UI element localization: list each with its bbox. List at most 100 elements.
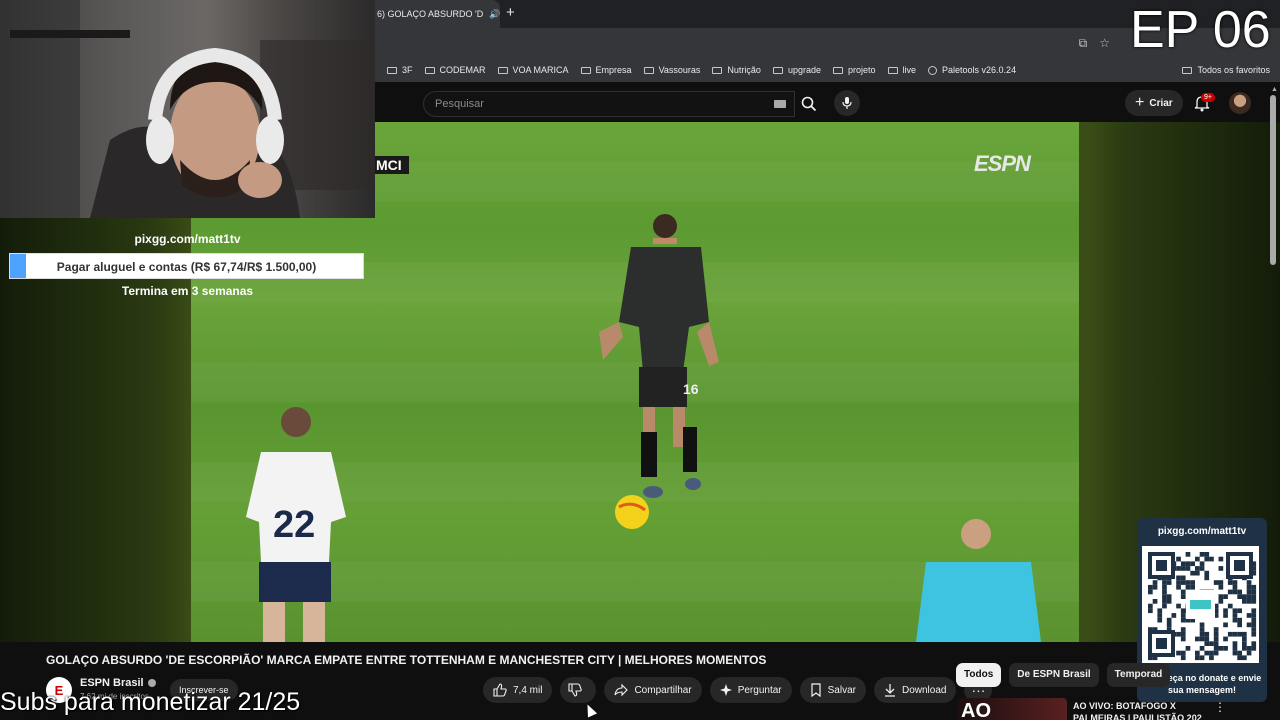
folder-icon	[497, 66, 508, 74]
bookmark-label: VOA MARICA	[512, 65, 569, 75]
bookmark-label: Empresa	[595, 65, 632, 75]
tab-title: 6) GOLAÇO ABSURDO 'D	[377, 9, 484, 19]
bookmark-label: CODEMAR	[439, 65, 486, 75]
thumbs-up-icon	[493, 683, 507, 697]
dislike-button[interactable]	[560, 677, 597, 703]
chip-from-channel[interactable]: De ESPN Brasil	[1009, 663, 1099, 687]
player-dark-kit: 16	[599, 214, 719, 498]
bookmark-label: live	[902, 65, 917, 75]
recommendation-chips: Todos De ESPN Brasil Temporad	[956, 663, 1171, 687]
plus-icon: +	[1135, 94, 1145, 111]
thumbs-down-icon	[568, 683, 583, 697]
bookmark-folder[interactable]: 3F	[387, 65, 413, 75]
chip-all[interactable]: Todos	[956, 663, 1002, 687]
bookmark-label: Nutrição	[727, 65, 761, 75]
bookmark-label: Paletools v26.0.24	[942, 65, 1017, 75]
bookmark-folder[interactable]: VOA MARICA	[497, 65, 569, 75]
browser-tab[interactable]: 6) GOLAÇO ABSURDO 'D 🔊 ✕	[375, 0, 500, 28]
subs-caption: Subs para monetizar 21/25	[0, 688, 301, 716]
folder-icon	[387, 66, 397, 74]
keyboard-icon[interactable]	[774, 100, 786, 108]
screen: 16 22 MCI ESPN 6) GOLAÇO ABSURDO 'D 🔊 + …	[0, 0, 1280, 720]
scroll-up-icon[interactable]: ▲	[1271, 86, 1278, 93]
scrollbar[interactable]	[1270, 95, 1276, 265]
download-icon	[884, 684, 895, 697]
svg-text:22: 22	[273, 504, 315, 546]
microphone-icon[interactable]	[834, 90, 860, 116]
goal-label: Pagar aluguel e contas (R$ 67,74/R$ 1.50…	[56, 260, 317, 274]
svg-text:16: 16	[683, 381, 699, 397]
qr-url: pixgg.com/matt1tv	[1157, 526, 1247, 537]
recommended-thumb-text: AO	[961, 700, 991, 720]
folder-icon	[712, 66, 723, 74]
qr-code	[1142, 546, 1259, 663]
create-label: Criar	[1149, 97, 1173, 109]
share-icon	[614, 683, 629, 697]
bookmark-folder[interactable]: Empresa	[580, 65, 632, 75]
bookmark-folder[interactable]: live	[887, 65, 917, 75]
ask-label: Perguntar	[737, 684, 782, 696]
bookmark-star-icon[interactable]: ☆	[1099, 36, 1110, 51]
search-placeholder: Pesquisar	[435, 98, 484, 110]
new-tab-icon[interactable]: +	[506, 4, 515, 21]
avatar[interactable]	[1229, 92, 1251, 114]
qr-pattern	[1148, 552, 1257, 661]
folder-icon	[643, 66, 654, 74]
folder-icon	[772, 66, 783, 74]
bookmarks-bar: 3F CODEMAR VOA MARICA Empresa Vassouras …	[375, 58, 1280, 82]
cast-icon[interactable]: ⧉	[1079, 36, 1088, 51]
bookmark-label: projeto	[847, 65, 876, 75]
bookmark-label: 3F	[402, 65, 413, 75]
score-overlay: MCI	[375, 156, 409, 174]
bookmark-link[interactable]: Paletools v26.0.24	[928, 65, 1016, 75]
mouse-cursor-icon	[582, 702, 598, 718]
video-title: GOLAÇO ABSURDO 'DE ESCORPIÃO' MARCA EMPA…	[46, 653, 767, 667]
kebab-menu-icon[interactable]: ⋮	[1214, 700, 1226, 714]
goal-ends-text: Termina em 3 semanas	[121, 284, 254, 298]
bookmark-label: Vassouras	[658, 65, 701, 75]
football	[615, 495, 649, 529]
share-button[interactable]: Compartilhar	[604, 677, 702, 703]
folder-icon	[580, 66, 591, 74]
all-favorites-label: Todos os favoritos	[1197, 65, 1270, 75]
share-label: Compartilhar	[634, 684, 692, 696]
search-input[interactable]: Pesquisar	[423, 91, 795, 117]
globe-icon	[928, 65, 938, 75]
like-button[interactable]: 7,4 mil	[483, 677, 553, 703]
bookmark-folder[interactable]: CODEMAR	[424, 65, 486, 75]
like-count: 7,4 mil	[513, 684, 543, 696]
speaker-icon[interactable]: 🔊	[489, 9, 500, 20]
bookmark-folder[interactable]: upgrade	[772, 65, 821, 75]
streamer-image	[0, 0, 375, 218]
youtube-header: Pesquisar + Criar 9+	[375, 84, 1280, 122]
folder-icon	[832, 66, 843, 74]
folder-icon	[1182, 66, 1193, 74]
player-white-kit: 22	[246, 407, 346, 642]
chip-season[interactable]: Temporad	[1106, 663, 1171, 687]
folder-icon	[424, 66, 435, 74]
verified-icon	[147, 679, 156, 688]
ask-button[interactable]: Perguntar	[709, 677, 792, 703]
bookmark-folder[interactable]: Vassouras	[643, 65, 701, 75]
bookmark-icon	[811, 683, 821, 697]
download-button[interactable]: Download	[873, 677, 957, 703]
notification-badge: 9+	[1201, 93, 1215, 102]
save-label: Salvar	[827, 684, 856, 696]
referee	[916, 519, 1041, 642]
bookmark-folder[interactable]: Nutrição	[712, 65, 761, 75]
bookmark-label: upgrade	[787, 65, 821, 75]
all-favorites[interactable]: Todos os favoritos	[1182, 65, 1270, 75]
save-button[interactable]: Salvar	[799, 677, 866, 703]
recommended-thumbnail[interactable]: AO	[957, 698, 1067, 720]
sparkle-icon	[719, 684, 732, 696]
recommended-title[interactable]: AO VIVO: BOTAFOGO X PALMEIRAS | PAULISTÃ…	[1073, 700, 1213, 720]
create-button[interactable]: + Criar	[1125, 90, 1183, 116]
episode-label: EP 06	[1130, 1, 1271, 59]
espn-logo: ESPN	[974, 151, 1031, 176]
webcam-feed	[0, 0, 375, 218]
folder-icon	[887, 66, 898, 74]
action-bar: 7,4 mil Compartilhar Perguntar Salvar Do…	[483, 677, 993, 703]
search-icon[interactable]	[797, 92, 821, 116]
donation-goal-bar: Pagar aluguel e contas (R$ 67,74/R$ 1.50…	[9, 253, 364, 279]
bookmark-folder[interactable]: projeto	[832, 65, 876, 75]
